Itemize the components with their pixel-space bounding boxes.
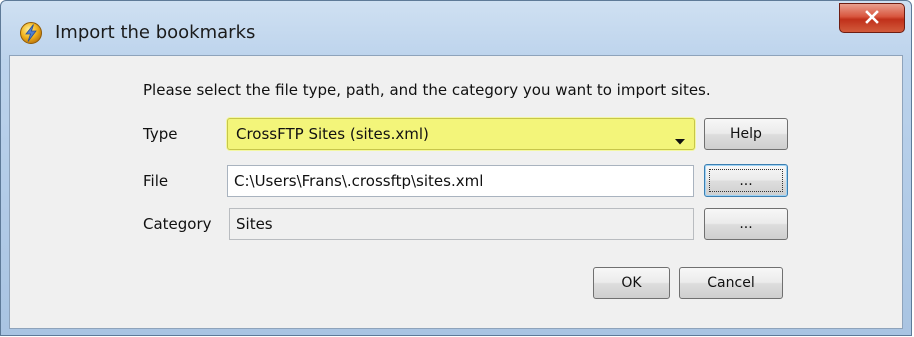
- type-select[interactable]: CrossFTP Sites (sites.xml): [227, 118, 695, 150]
- ok-button[interactable]: OK: [593, 267, 670, 299]
- browse-category-button[interactable]: ...: [704, 208, 788, 240]
- category-input[interactable]: Sites: [229, 208, 694, 240]
- help-button[interactable]: Help: [704, 118, 788, 150]
- file-label: File: [143, 172, 169, 190]
- title-bar[interactable]: Import the bookmarks: [1, 1, 911, 55]
- focus-ring: [709, 169, 783, 192]
- browse-file-button[interactable]: ...: [704, 164, 788, 197]
- category-label: Category: [143, 215, 212, 233]
- dialog-window: Import the bookmarks Please select the f…: [0, 0, 912, 336]
- lightning-bolt-icon: [19, 21, 43, 45]
- window-title: Import the bookmarks: [55, 22, 256, 43]
- file-input[interactable]: C:\Users\Frans\.crossftp\sites.xml: [227, 165, 694, 197]
- close-button[interactable]: [839, 3, 905, 33]
- cancel-button[interactable]: Cancel: [679, 267, 783, 299]
- close-icon: [864, 9, 880, 28]
- instruction-text: Please select the file type, path, and t…: [143, 81, 711, 99]
- type-label: Type: [143, 125, 178, 143]
- type-select-value: CrossFTP Sites (sites.xml): [236, 125, 429, 143]
- chevron-down-icon: [674, 131, 686, 150]
